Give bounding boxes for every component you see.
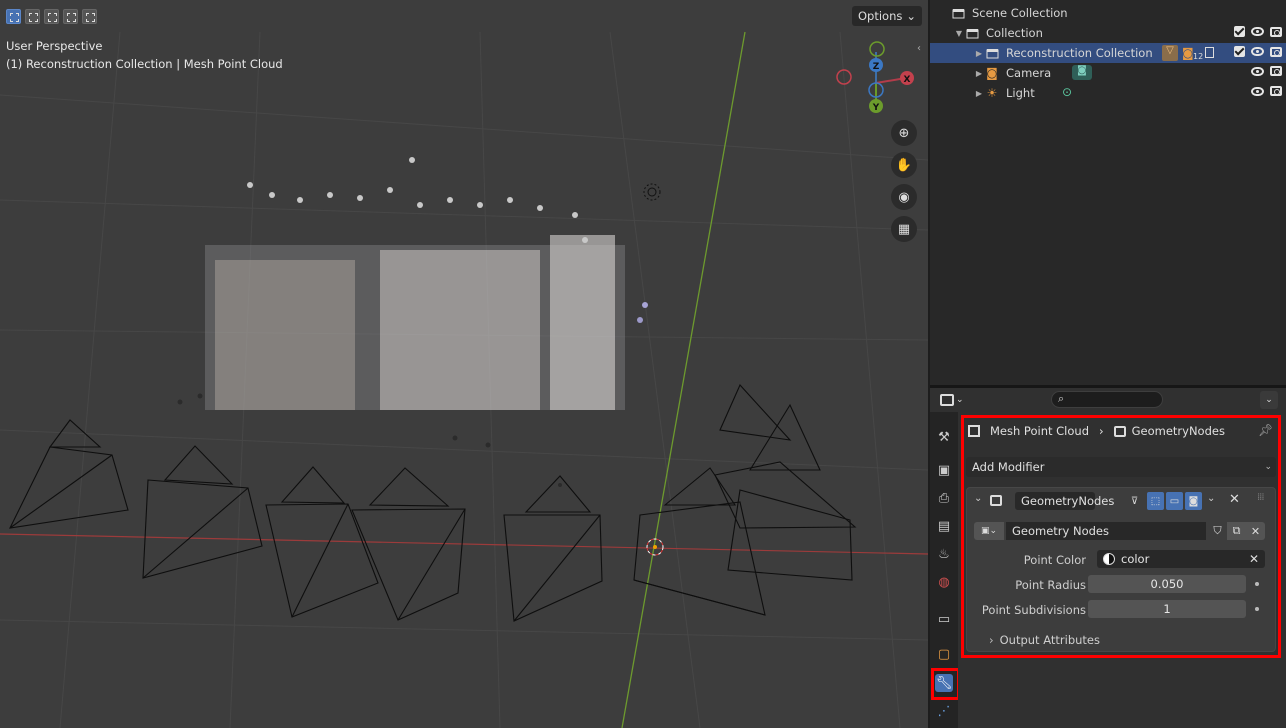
- render-camera-icon[interactable]: [1270, 86, 1282, 96]
- collection-box-icon: [984, 46, 1000, 60]
- properties-options-dropdown[interactable]: ⌄: [1260, 391, 1278, 409]
- expand-right-icon[interactable]: ▶: [974, 89, 984, 98]
- chevron-down-icon: ⌄: [956, 395, 964, 405]
- expand-down-icon[interactable]: ▼: [954, 29, 964, 38]
- world-icon[interactable]: ◍: [935, 573, 953, 591]
- eye-icon[interactable]: [1251, 66, 1264, 76]
- properties-search-input[interactable]: ⌕: [1051, 391, 1163, 408]
- options-label: Options: [857, 9, 903, 23]
- modifier-highlight-box: [961, 415, 1281, 658]
- chevron-down-icon: ⌄: [1265, 395, 1273, 405]
- viewport-scene: [0, 31, 928, 728]
- view-layer-icon[interactable]: ▤: [935, 517, 953, 535]
- hand-pan-icon[interactable]: ✋: [891, 152, 917, 178]
- camera-view-icon[interactable]: ◉: [891, 184, 917, 210]
- svg-text:X: X: [904, 75, 911, 85]
- search-icon: ⌕: [1058, 392, 1065, 405]
- light-data-icon: ⊙: [1062, 85, 1073, 99]
- exclude-checkbox[interactable]: [1234, 26, 1245, 37]
- active-context: (1) Reconstruction Collection | Mesh Poi…: [6, 57, 283, 71]
- particles-icon[interactable]: ⋰: [935, 702, 953, 720]
- svg-text:Y: Y: [872, 103, 880, 113]
- outliner-row-collection[interactable]: ▼ Collection: [930, 23, 1286, 43]
- y-axis-line: [621, 31, 746, 728]
- navigation-tools: ⊕ ✋ ◉ ▦: [891, 120, 919, 242]
- grid-ortho-icon[interactable]: ▦: [891, 216, 917, 242]
- output-icon[interactable]: ⎙: [935, 489, 953, 507]
- exclude-checkbox[interactable]: [1234, 46, 1245, 57]
- render-camera-icon[interactable]: [1270, 26, 1282, 37]
- select-extend-mode-button[interactable]: [25, 8, 40, 24]
- render-camera-icon[interactable]: [1270, 46, 1282, 57]
- collection-icon[interactable]: ▭: [935, 610, 953, 628]
- x-axis-line: [0, 533, 928, 555]
- select-new-mode-button[interactable]: [6, 8, 21, 24]
- select-subtract-mode-button[interactable]: [44, 8, 59, 24]
- camera-frustums: [9, 384, 857, 622]
- mesh-filter-icon: ▽: [1162, 45, 1178, 61]
- outliner: Scene Collection ▼ Collection ▶ Reconstr…: [930, 0, 1286, 385]
- select-invert-mode-button[interactable]: [63, 8, 78, 24]
- neg-x-axis-icon: [836, 69, 852, 85]
- object-data-icon: [1205, 47, 1214, 58]
- light-object-icon: ☀: [986, 86, 998, 100]
- 3d-viewport[interactable]: Options ⌄ User Perspective (1) Reconstru…: [0, 0, 928, 728]
- outliner-label: Scene Collection: [972, 6, 1068, 20]
- scene-icon[interactable]: ♨: [935, 545, 953, 563]
- outliner-label: Camera: [1006, 66, 1052, 80]
- expand-right-icon[interactable]: ▶: [974, 69, 984, 78]
- render-icon[interactable]: ▣: [935, 461, 953, 479]
- options-dropdown[interactable]: Options ⌄: [851, 6, 922, 26]
- editor-type-selector[interactable]: ⌄: [940, 391, 968, 409]
- children-count: 12: [1193, 52, 1204, 61]
- camera-object-icon: ◙: [1182, 46, 1194, 60]
- camera-object-icon: ◙: [986, 66, 998, 80]
- render-camera-icon[interactable]: [1270, 66, 1282, 76]
- view-name: User Perspective: [6, 39, 103, 53]
- outliner-row-light[interactable]: ▶ ☀ Light ⊙: [930, 83, 1286, 103]
- point-cloud: [177, 157, 648, 487]
- light-gizmo: [643, 183, 661, 201]
- svg-text:Z: Z: [873, 62, 880, 72]
- tool-icon[interactable]: ⚒: [935, 428, 953, 446]
- eye-icon[interactable]: [1251, 27, 1264, 36]
- camera-data-icon: ◙: [1072, 65, 1092, 80]
- collection-box-icon: [950, 6, 966, 20]
- expand-right-icon[interactable]: ▶: [974, 49, 984, 58]
- outliner-label: Reconstruction Collection: [1006, 46, 1153, 60]
- navigation-gizmo[interactable]: Z X Y: [830, 38, 920, 118]
- eye-icon[interactable]: [1251, 86, 1264, 96]
- zoom-icon[interactable]: ⊕: [891, 120, 917, 146]
- properties-header: ⌄ ⌕ ⌄: [930, 388, 1286, 412]
- outliner-row-reconstruction-collection[interactable]: ▶ Reconstruction Collection ▽ ◙ 12: [930, 43, 1286, 63]
- eye-icon[interactable]: [1251, 47, 1264, 56]
- object-icon[interactable]: ▢: [935, 645, 953, 663]
- properties-editor-icon: [940, 394, 954, 406]
- outliner-row-scene-collection[interactable]: Scene Collection: [930, 3, 1286, 23]
- wrench-tab-highlight: [931, 668, 960, 700]
- viewport-info: User Perspective (1) Reconstruction Coll…: [6, 37, 283, 73]
- outliner-label: Light: [1006, 86, 1035, 100]
- collection-box-icon: [964, 26, 980, 40]
- outliner-label: Collection: [986, 26, 1043, 40]
- select-intersect-mode-button[interactable]: [82, 8, 97, 24]
- outliner-row-camera[interactable]: ▶ ◙ Camera ◙: [930, 63, 1286, 83]
- chevron-down-icon: ⌄: [906, 9, 916, 23]
- viewport-header: [0, 0, 928, 32]
